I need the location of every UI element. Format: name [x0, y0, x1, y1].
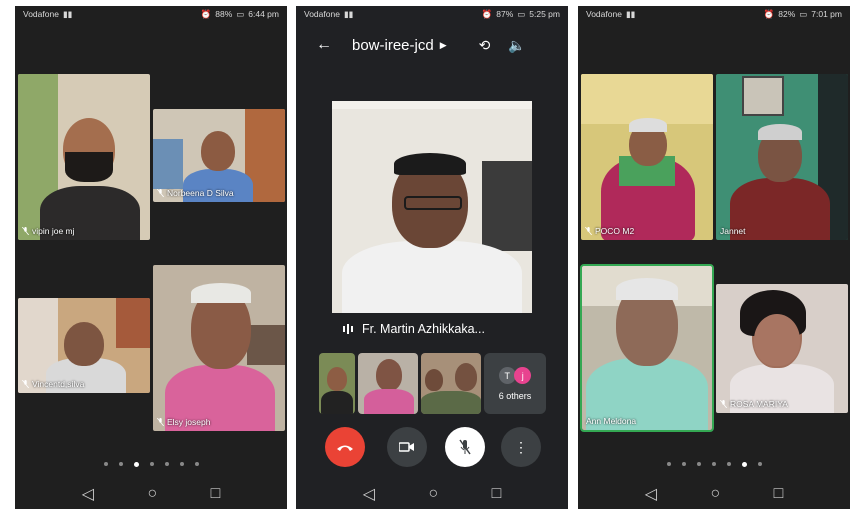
page-dot[interactable] — [711, 462, 716, 466]
mic-off-icon — [585, 227, 592, 235]
page-dot[interactable] — [179, 462, 184, 466]
participant-name: vipin joe mj — [32, 226, 75, 236]
speaker-icon[interactable]: 🔈 — [508, 37, 525, 54]
participant-thumbnail[interactable] — [421, 353, 481, 414]
carrier-label: Vodafone — [586, 9, 622, 19]
signal-icon: ▮▮ — [343, 8, 354, 19]
avatar: T — [498, 367, 516, 384]
end-call-button[interactable] — [325, 427, 365, 467]
meeting-code[interactable]: bow-iree-jcd — [352, 37, 434, 54]
participant-tile[interactable]: Norbeena D Silva — [153, 109, 285, 202]
alarm-icon: ⏰ — [200, 8, 212, 19]
speaker-name: Fr. Martin Azhikkaka... — [362, 322, 485, 336]
page-dot[interactable] — [681, 462, 686, 466]
status-bar: Vodafone ▮▮ ⏰ 87% ▭ 5:25 pm — [296, 6, 568, 22]
more-options-button[interactable]: ⋮ — [501, 427, 541, 467]
time-label: 7:01 pm — [811, 9, 842, 19]
recents-icon[interactable]: □ — [211, 485, 221, 503]
back-icon[interactable]: ◁ — [645, 484, 657, 504]
switch-camera-icon[interactable]: ⟲ — [479, 37, 491, 54]
signal-icon: ▮▮ — [62, 8, 73, 19]
signal-icon: ▮▮ — [625, 8, 636, 19]
hang-up-icon — [337, 445, 353, 451]
participant-name: Norbeena D Silva — [167, 188, 234, 198]
mic-off-icon — [157, 418, 164, 426]
mic-off-icon — [720, 400, 727, 408]
participant-name: Jannet — [720, 226, 746, 236]
participant-name: Elsy joseph — [167, 417, 211, 427]
phone-screen-3: Vodafone ▮▮ ⏰ 82% ▭ 7:01 pm POCO M2 Jann… — [578, 6, 850, 509]
phone-screen-2: Vodafone ▮▮ ⏰ 87% ▭ 5:25 pm ← bow-iree-j… — [296, 6, 568, 509]
android-nav-bar: ◁ ○ □ — [578, 479, 850, 509]
microphone-button[interactable] — [445, 427, 485, 467]
page-dot[interactable] — [149, 462, 154, 466]
audio-level-icon — [343, 324, 353, 334]
participant-tile[interactable]: POCO M2 — [581, 74, 713, 240]
android-nav-bar: ◁ ○ □ — [15, 479, 287, 509]
back-icon[interactable]: ◁ — [363, 484, 375, 504]
page-dot-active[interactable] — [741, 462, 747, 467]
page-dot[interactable] — [118, 462, 123, 466]
page-dot[interactable] — [666, 462, 671, 466]
battery-label: 88% — [215, 9, 233, 19]
carrier-label: Vodafone — [23, 9, 59, 19]
battery-icon: ▭ — [236, 8, 245, 19]
participant-thumbnail[interactable] — [358, 353, 418, 414]
participant-tile[interactable]: Elsy joseph — [153, 265, 285, 431]
participant-name: Vincentd,silva — [32, 379, 85, 389]
video-camera-icon — [399, 442, 414, 452]
time-label: 6:44 pm — [248, 9, 279, 19]
mic-off-icon — [459, 439, 471, 455]
participant-name: POCO M2 — [595, 226, 635, 236]
battery-icon: ▭ — [799, 8, 808, 19]
android-nav-bar: ◁ ○ □ — [296, 479, 568, 509]
participant-name: Ann Meldona — [586, 416, 637, 426]
others-tile[interactable]: T j 6 others — [484, 353, 546, 414]
page-dot-active[interactable] — [133, 462, 139, 467]
page-dot[interactable] — [726, 462, 731, 466]
recents-icon[interactable]: □ — [492, 485, 502, 503]
home-icon[interactable]: ○ — [428, 485, 438, 503]
page-dot[interactable] — [757, 462, 762, 466]
avatar: j — [514, 367, 532, 384]
home-icon[interactable]: ○ — [147, 485, 157, 503]
speaker-caption: Fr. Martin Azhikkaka... — [332, 312, 532, 346]
participant-thumbnail[interactable] — [319, 353, 355, 414]
home-icon[interactable]: ○ — [710, 485, 720, 503]
page-indicator[interactable] — [15, 462, 287, 467]
battery-label: 87% — [496, 9, 514, 19]
others-count: 6 others — [498, 391, 532, 401]
active-speaker-video[interactable] — [332, 101, 532, 313]
page-dot[interactable] — [194, 462, 199, 466]
participant-tile[interactable]: Jannet — [716, 74, 848, 240]
battery-icon: ▭ — [517, 8, 526, 19]
time-label: 5:25 pm — [529, 9, 560, 19]
phone-screen-1: Vodafone ▮▮ ⏰ 88% ▭ 6:44 pm vipin joe mj… — [15, 6, 287, 509]
camera-button[interactable] — [387, 427, 427, 467]
mic-off-icon — [157, 189, 164, 197]
participant-tile[interactable]: Vincentd,silva — [18, 298, 150, 393]
mic-off-icon — [22, 380, 29, 388]
carrier-label: Vodafone — [304, 9, 340, 19]
status-bar: Vodafone ▮▮ ⏰ 82% ▭ 7:01 pm — [578, 6, 850, 22]
more-vert-icon: ⋮ — [514, 438, 528, 455]
battery-label: 82% — [778, 9, 796, 19]
page-dot[interactable] — [164, 462, 169, 466]
recents-icon[interactable]: □ — [774, 485, 784, 503]
participant-name: ROSA MARIYA — [730, 399, 788, 409]
mic-off-icon — [22, 227, 29, 235]
meeting-header: ← bow-iree-jcd ▶ ⟲ 🔈 — [296, 28, 568, 62]
back-arrow-icon[interactable]: ← — [316, 36, 332, 54]
page-dot[interactable] — [696, 462, 701, 466]
participant-tile[interactable]: vipin joe mj — [18, 74, 150, 240]
alarm-icon: ⏰ — [763, 8, 775, 19]
participant-tile[interactable]: ROSA MARIYA — [716, 284, 848, 413]
participant-tile-active-speaker[interactable]: Ann Meldona — [580, 264, 714, 432]
chevron-right-icon[interactable]: ▶ — [440, 40, 447, 51]
page-dot[interactable] — [103, 462, 108, 466]
page-indicator[interactable] — [578, 462, 850, 467]
alarm-icon: ⏰ — [481, 8, 493, 19]
status-bar: Vodafone ▮▮ ⏰ 88% ▭ 6:44 pm — [15, 6, 287, 22]
back-icon[interactable]: ◁ — [82, 484, 94, 504]
